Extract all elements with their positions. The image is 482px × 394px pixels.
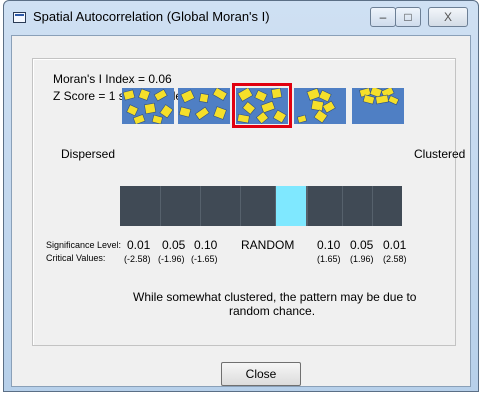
minimize-button[interactable]: – <box>370 7 396 27</box>
pattern-dispersed-image <box>122 88 174 124</box>
result-message-line1: While somewhat clustered, the pattern ma… <box>133 290 417 304</box>
sig-level-005-right: 0.05 <box>350 238 374 252</box>
close-button[interactable]: Close <box>221 362 301 386</box>
close-window-button[interactable]: X <box>428 7 468 27</box>
critical-value-pos-165: (1.65) <box>317 254 341 264</box>
title-bar[interactable]: Spatial Autocorrelation (Global Moran's … <box>4 1 478 35</box>
sig-level-001-left: 0.01 <box>127 238 151 252</box>
critical-value-neg-196: (-1.96) <box>158 254 185 264</box>
sig-level-001-right: 0.01 <box>383 238 407 252</box>
critical-value-neg-165: (-1.65) <box>191 254 218 264</box>
pattern-clustered-image <box>352 88 404 124</box>
selected-pattern-frame <box>232 83 292 128</box>
critical-values-label: Critical Values: <box>46 253 106 263</box>
random-zone-highlight <box>275 186 307 226</box>
pattern-somewhat-dispersed-image <box>178 88 230 124</box>
critical-value-pos-258: (2.58) <box>383 254 407 264</box>
result-message-line2: random chance. <box>229 304 316 318</box>
significance-level-label: Significance Level: <box>46 240 122 250</box>
window-title: Spatial Autocorrelation (Global Moran's … <box>33 9 270 24</box>
significance-bar <box>120 186 402 226</box>
morans-index-text: Moran's I Index = 0.06 <box>53 72 172 86</box>
dispersed-label: Dispersed <box>61 147 116 161</box>
maximize-button[interactable]: □ <box>395 7 421 27</box>
sig-level-random: RANDOM <box>241 238 295 252</box>
critical-value-pos-196: (1.96) <box>350 254 374 264</box>
clustered-label: Clustered <box>414 147 466 161</box>
critical-value-neg-258: (-2.58) <box>124 254 151 264</box>
sig-level-005-left: 0.05 <box>162 238 186 252</box>
sig-level-010-left: 0.10 <box>194 238 218 252</box>
sig-level-010-right: 0.10 <box>317 238 341 252</box>
pattern-somewhat-clustered-image <box>294 88 346 124</box>
window-icon <box>13 12 26 23</box>
